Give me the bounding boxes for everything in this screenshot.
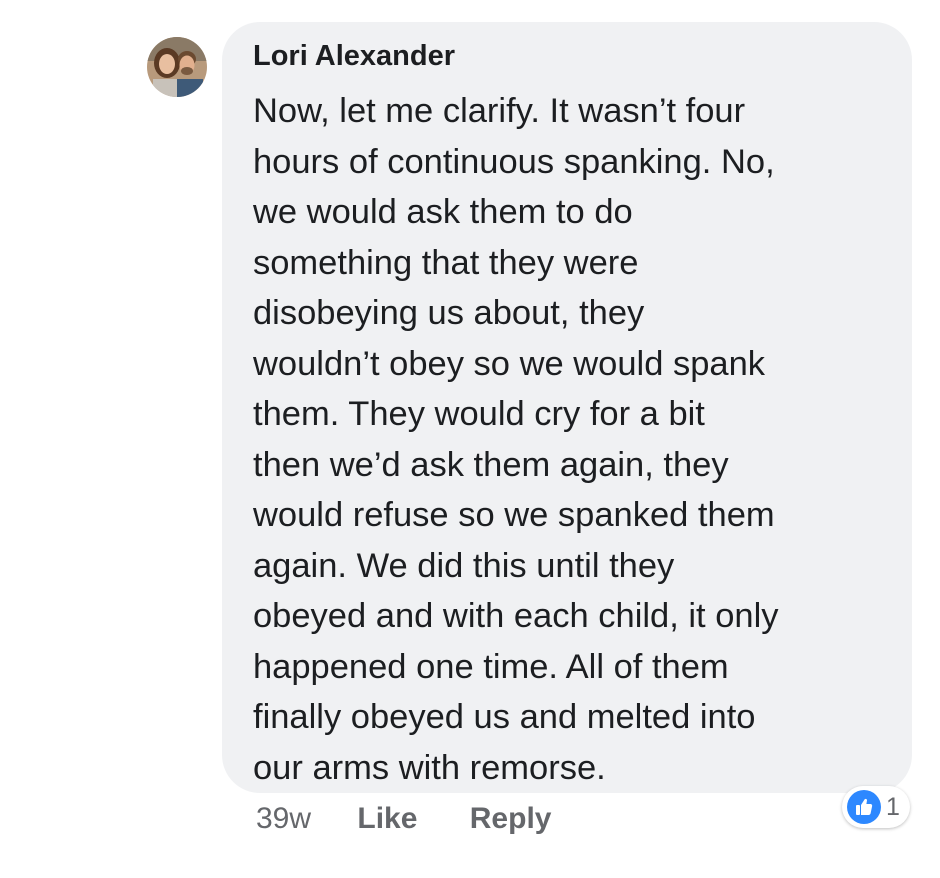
comment-text-line: wouldn’t obey so we would spank bbox=[253, 344, 766, 383]
comment-timestamp[interactable]: 39w bbox=[256, 802, 311, 835]
comment-text-line: happened one time. All of them bbox=[253, 647, 729, 686]
comment-text-line: our arms with remorse. bbox=[253, 748, 606, 787]
comment-text-line: hours of continuous spanking. No, bbox=[253, 142, 775, 181]
comment-text-line: then we’d ask them again, they bbox=[253, 445, 729, 484]
comment-text-line: would refuse so we spanked them bbox=[253, 496, 775, 534]
comment-text-line: something that they were bbox=[253, 243, 639, 282]
comment-text-line: disobeying us about, they bbox=[253, 294, 645, 332]
avatar-photo bbox=[147, 37, 207, 97]
thumbs-up-icon bbox=[847, 790, 881, 824]
comment-body: Now, let me clarify. It wasn’t four hour… bbox=[253, 86, 903, 793]
avatar[interactable] bbox=[147, 37, 207, 97]
like-button[interactable]: Like bbox=[357, 802, 417, 835]
comment-text-line: again. We did this until they bbox=[253, 546, 675, 585]
reactions-badge[interactable]: 1 bbox=[842, 786, 910, 828]
reaction-count: 1 bbox=[886, 792, 900, 821]
comment-text-line: obeyed and with each child, it only bbox=[253, 597, 779, 635]
comment-text-line: Now, let me clarify. It wasn’t four bbox=[253, 92, 746, 130]
reply-button[interactable]: Reply bbox=[470, 802, 552, 835]
comment-author-name[interactable]: Lori Alexander bbox=[253, 40, 455, 73]
comment-text-line: we would ask them to do bbox=[253, 193, 633, 231]
comment-text-line: finally obeyed us and melted into bbox=[253, 698, 756, 736]
comment-text-line: them. They would cry for a bit bbox=[253, 395, 705, 433]
comment-actions: 39w Like Reply bbox=[256, 802, 551, 836]
